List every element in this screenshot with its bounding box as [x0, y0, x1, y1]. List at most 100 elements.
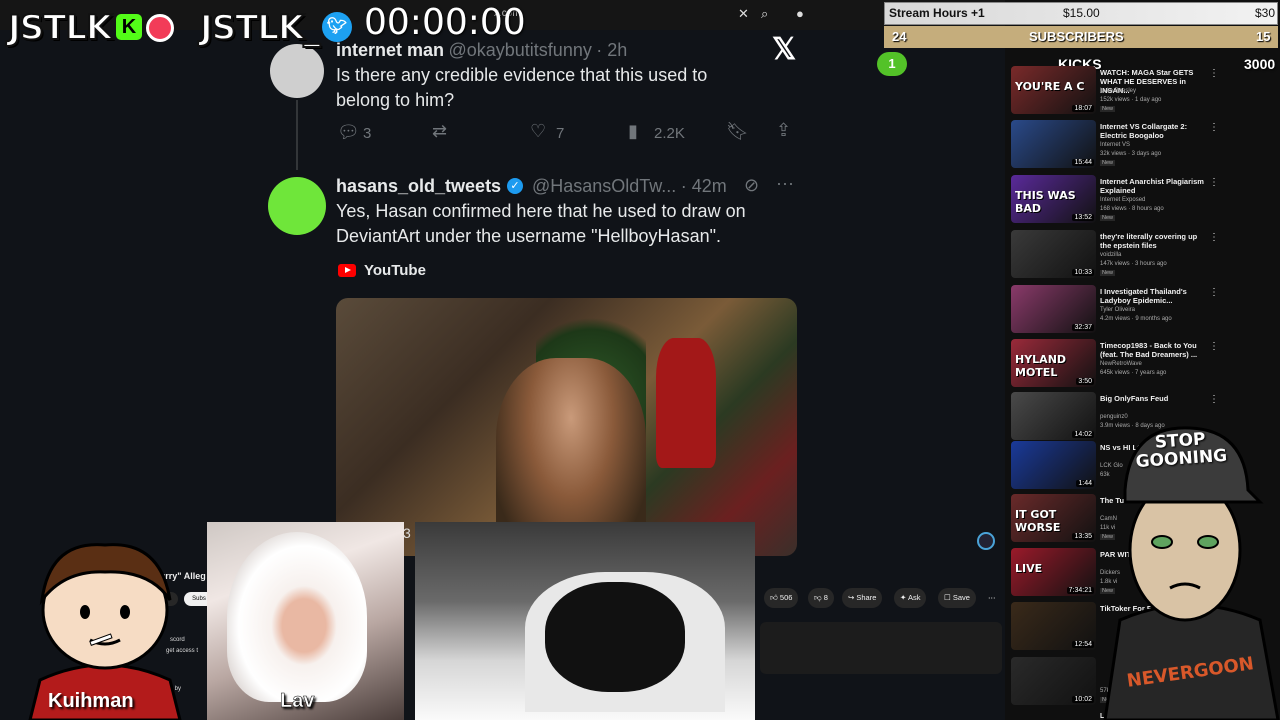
like-button[interactable]: 👍︎ 506: [764, 588, 799, 608]
video-duration: 10:02: [1072, 696, 1094, 703]
channel-name[interactable]: NewRetroWave: [1100, 361, 1142, 367]
video-action-bar: 👍︎ 506 👎︎ 8 ↪ Share ✦ Ask ☐ Save ⋯: [760, 588, 1005, 608]
subs-label: SUBSCRIBERS: [1029, 29, 1124, 44]
video-thumbnail[interactable]: 10:02: [1011, 657, 1096, 705]
more-options-icon[interactable]: ⋮: [1209, 232, 1219, 243]
video-thumbnail[interactable]: 15:44: [1011, 120, 1096, 168]
video-thumbnail[interactable]: IT GOT WORSE 13:35: [1011, 494, 1096, 542]
video-thumbnail[interactable]: 14:02: [1011, 392, 1096, 440]
more-options-icon[interactable]: ⋮: [1209, 177, 1219, 188]
recommended-video[interactable]: YOU'RE A C 18:07 WATCH: MAGA Star GETS WHA…: [1011, 66, 1276, 118]
video-duration: 18:07: [1072, 105, 1094, 112]
new-badge: New: [1100, 106, 1116, 112]
tweet-avatar-internet-man[interactable]: [270, 44, 324, 98]
grok-icon[interactable]: ⊘: [744, 175, 759, 196]
kicks-progress: 1: [877, 52, 907, 76]
search-icon[interactable]: ⌕: [761, 6, 768, 22]
ask-label: Ask: [907, 593, 921, 602]
channel-name[interactable]: Tyler Oliveira: [1100, 307, 1135, 313]
embed-source-label: YouTube: [364, 262, 426, 279]
microphone-icon[interactable]: ●: [796, 6, 804, 21]
video-thumbnail[interactable]: 1:44: [1011, 441, 1096, 489]
video-duration: 3:50: [1076, 378, 1094, 385]
share-icon[interactable]: ⇪: [776, 120, 791, 141]
share-button[interactable]: ↪ Share: [842, 588, 883, 608]
video-title[interactable]: Timecop1983 - Back to You (feat. The Bad…: [1100, 341, 1210, 359]
save-label: Save: [952, 593, 970, 602]
video-title[interactable]: I Investigated Thailand's Ladyboy Epidem…: [1100, 287, 1210, 305]
channel-name[interactable]: Internet VS: [1100, 142, 1130, 148]
thumbnail-text: IT GOT WORSE: [1015, 508, 1061, 534]
video-thumbnail[interactable]: HYLAND MOTEL 3:50: [1011, 339, 1096, 387]
video-thumbnail[interactable]: YOU'RE A C 18:07: [1011, 66, 1096, 114]
recommended-video[interactable]: THIS WAS BAD 13:52 Internet Anarchist Plag…: [1011, 175, 1276, 227]
stream-timer: 00:00:00: [364, 2, 526, 43]
like-count: 7: [556, 125, 565, 142]
more-options-icon[interactable]: ⋮: [1209, 287, 1219, 298]
video-duration: 10:33: [1072, 269, 1094, 276]
like-icon[interactable]: ♡: [530, 121, 546, 142]
more-options-icon[interactable]: ⋮: [1209, 341, 1219, 352]
video-duration: 13:52: [1072, 214, 1094, 221]
channel-logo-2: JSTLK_: [199, 7, 321, 49]
hours-goal: $30: [1255, 6, 1276, 20]
recommended-video[interactable]: 10:33 they're literally covering up the e…: [1011, 230, 1276, 282]
thread-line: [296, 100, 298, 170]
channel-name[interactable]: voidzilla: [1100, 252, 1121, 258]
video-thumbnail[interactable]: 12:54: [1011, 602, 1096, 650]
channel-name[interactable]: Luke Beasley: [1100, 88, 1136, 94]
retweet-icon[interactable]: ⇄: [432, 121, 447, 142]
channel-logo: JSTLK: [7, 7, 113, 49]
video-thumbnail[interactable]: 10:33: [1011, 230, 1096, 278]
video-title[interactable]: Internet VS Collargate 2: Electric Booga…: [1100, 122, 1210, 140]
tweet-author-handle[interactable]: @okaybutitsfunny: [448, 40, 591, 60]
video-thumbnail[interactable]: LIVE 7:34:21: [1011, 548, 1096, 596]
bookmark-icon[interactable]: 🔖︎: [726, 121, 749, 142]
channel-name[interactable]: Internet Exposed: [1100, 197, 1145, 203]
video-description-box[interactable]: [760, 622, 1002, 674]
record-icon: [146, 14, 174, 42]
video-duration: 12:54: [1072, 641, 1094, 648]
tweet-avatar-hasans-old-tweets[interactable]: [268, 177, 326, 235]
video-title[interactable]: Internet Anarchist Plagiarism Explained: [1100, 177, 1210, 195]
tweet-header-1: internet man @okaybutitsfunny · 2h: [336, 40, 627, 61]
views-icon[interactable]: ▮: [628, 121, 638, 142]
share-label: Share: [856, 593, 877, 602]
tweet-time: · 2h: [596, 40, 628, 60]
stream-hours-widget: Stream Hours +1 $15.00 $30: [884, 2, 1278, 25]
video-duration: 7:34:21: [1066, 587, 1094, 594]
video-meta: 152k views · 1 day ago: [1100, 97, 1162, 103]
more-options-icon[interactable]: ⋮: [1209, 122, 1219, 133]
video-thumbnail[interactable]: 32:37: [1011, 285, 1096, 333]
webcam-label: Kuihman: [48, 690, 134, 712]
recommended-video[interactable]: HYLAND MOTEL 3:50 Timecop1983 - Back to Yo…: [1011, 339, 1276, 391]
dislike-button[interactable]: 👎︎ 8: [808, 588, 834, 608]
x-logo-icon[interactable]: 𝕏: [772, 32, 796, 67]
save-button[interactable]: ☐ Save: [938, 588, 976, 608]
more-options-icon[interactable]: ···: [776, 173, 794, 194]
ask-button[interactable]: ✦ Ask: [894, 588, 927, 608]
video-title[interactable]: Big OnlyFans Feud: [1100, 394, 1210, 403]
more-options-icon[interactable]: ⋮: [1209, 394, 1219, 405]
extension-icon[interactable]: [977, 532, 995, 550]
video-meta: 32k views · 3 days ago: [1100, 151, 1162, 157]
embedded-video-thumbnail[interactable]: [336, 298, 797, 556]
hours-amount: $15.00: [1063, 6, 1100, 20]
webcam-bw: [415, 522, 755, 720]
subs-current: 24: [892, 29, 907, 44]
subscribers-widget: 24 SUBSCRIBERS 15: [884, 26, 1278, 48]
tweet-author-name[interactable]: hasans_old_tweets: [336, 176, 501, 196]
tweet-author-name[interactable]: internet man: [336, 40, 444, 60]
video-title[interactable]: they're literally covering up the epstei…: [1100, 232, 1210, 250]
more-options-icon[interactable]: ⋮: [1209, 68, 1219, 79]
tweet-author-handle[interactable]: @HasansOldTw...: [532, 176, 676, 196]
video-thumbnail[interactable]: THIS WAS BAD 13:52: [1011, 175, 1096, 223]
verified-badge-icon: ✓: [507, 178, 523, 194]
recommended-video[interactable]: 32:37 I Investigated Thailand's Ladyboy E…: [1011, 285, 1276, 337]
reply-icon[interactable]: 💬︎: [337, 122, 360, 143]
clear-icon[interactable]: ✕: [738, 6, 749, 22]
page-marker: 3: [403, 525, 411, 541]
recommended-video[interactable]: 15:44 Internet VS Collargate 2: Electric …: [1011, 120, 1276, 172]
video-meta: 168 views · 8 hours ago: [1100, 206, 1164, 212]
more-actions-icon[interactable]: ⋯: [982, 588, 1002, 608]
